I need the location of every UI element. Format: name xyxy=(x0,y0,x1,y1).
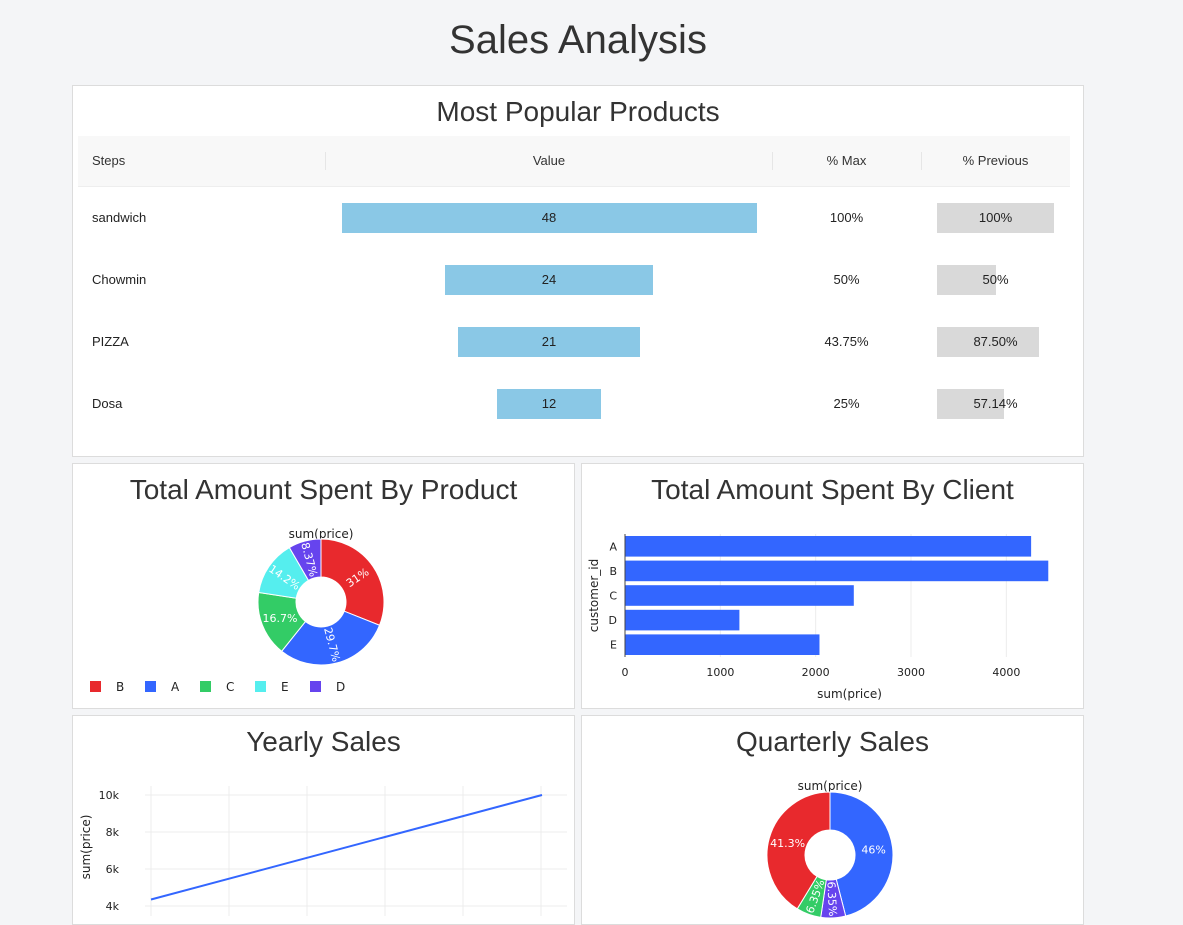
header-steps[interactable]: Steps xyxy=(92,136,125,186)
x-tick-label: 1000 xyxy=(706,666,734,679)
bar[interactable] xyxy=(625,609,740,631)
funnel-value: 48 xyxy=(541,210,557,225)
funnel-value: 12 xyxy=(541,396,557,411)
funnel-pct-previous: 87.50% xyxy=(973,334,1018,349)
funnel-pct-max: 50% xyxy=(833,272,860,287)
pie-slice-label: 16.7% xyxy=(263,612,298,625)
yearly-card: Yearly Sales 4k 6k 8k 10k sum(price) xyxy=(72,715,575,925)
page-title: Sales Analysis xyxy=(449,18,707,62)
funnel-step: PIZZA xyxy=(92,334,129,349)
pie-title: sum(price) xyxy=(798,779,863,793)
funnel-card: Most Popular Products Steps Value % Max … xyxy=(72,85,1084,457)
header-pct-max[interactable]: % Max xyxy=(772,136,921,186)
pie-slice-label: 46% xyxy=(861,843,885,856)
bar[interactable] xyxy=(625,536,1032,557)
legend-swatch xyxy=(255,681,266,692)
x-tick-label: 2000 xyxy=(802,666,830,679)
funnel-row: Chowmin 24 50% 50% xyxy=(78,249,1070,311)
x-axis-label: sum(price) xyxy=(817,687,882,701)
x-tick-label: 3000 xyxy=(897,666,925,679)
legend-item[interactable]: E xyxy=(255,680,305,694)
funnel-step: sandwich xyxy=(92,210,147,225)
y-tick-label: 10k xyxy=(99,789,120,802)
legend-label: B xyxy=(116,680,125,694)
funnel-step: Dosa xyxy=(92,396,123,411)
funnel-value: 24 xyxy=(541,272,557,287)
header-pct-previous[interactable]: % Previous xyxy=(921,136,1070,186)
funnel-pct-max: 100% xyxy=(829,210,864,225)
y-axis-label: sum(price) xyxy=(79,815,93,880)
pie-slice-label: 6.35% xyxy=(824,881,839,917)
y-tick-label: A xyxy=(609,540,617,553)
legend-swatch xyxy=(310,681,321,692)
legend-label: E xyxy=(281,680,289,694)
legend-label: A xyxy=(171,680,180,694)
legend-swatch xyxy=(145,681,156,692)
header-value[interactable]: Value xyxy=(326,136,772,186)
legend-label: C xyxy=(226,680,235,694)
funnel-pct-max: 25% xyxy=(833,396,860,411)
product-card: Total Amount Spent By Product sum(price)… xyxy=(72,463,575,709)
x-tick-label: 0 xyxy=(622,666,629,679)
legend-item[interactable]: B xyxy=(90,680,140,694)
pie-slice-label: 41.3% xyxy=(770,837,805,850)
client-bar-chart: 0 1000 2000 3000 4000 ABCDEsum(price) customer… xyxy=(587,534,1049,701)
funnel-title: Most Popular Products xyxy=(436,96,720,127)
y-tick-label: 8k xyxy=(106,826,120,839)
funnel-pct-previous: 57.14% xyxy=(973,396,1018,411)
funnel-row: Dosa 12 25% 57.14% xyxy=(78,373,1070,435)
legend-item[interactable]: D xyxy=(310,680,360,694)
legend-swatch xyxy=(90,681,101,692)
y-tick-label: E xyxy=(610,639,617,652)
yearly-line-chart: 4k 6k 8k 10k sum(price) xyxy=(79,786,567,916)
legend-swatch xyxy=(200,681,211,692)
client-card: Total Amount Spent By Client 0 1000 2000 30… xyxy=(581,463,1084,709)
series-line[interactable] xyxy=(150,794,543,901)
legend-item[interactable]: A xyxy=(145,680,195,694)
y-tick-label: 4k xyxy=(106,900,120,913)
y-tick-label: 6k xyxy=(106,863,120,876)
funnel-pct-previous: 100% xyxy=(978,210,1013,225)
product-pie-chart: sum(price)31%29.7%16.7%14.2%8.37% xyxy=(257,527,385,666)
y-tick-label: D xyxy=(609,614,617,627)
funnel-table-header: Steps Value % Max % Previous xyxy=(78,136,1070,187)
funnel-value: 21 xyxy=(541,334,557,349)
funnel-pct-previous: 50% xyxy=(982,272,1009,287)
funnel-pct-max: 43.75% xyxy=(824,334,869,349)
bar[interactable] xyxy=(625,585,854,606)
funnel-row: PIZZA 21 43.75% 87.50% xyxy=(78,311,1070,373)
funnel-step: Chowmin xyxy=(92,272,147,287)
y-tick-label: C xyxy=(609,590,617,603)
legend-item[interactable]: C xyxy=(200,680,250,694)
x-tick-label: 4000 xyxy=(992,666,1020,679)
quarterly-card: Quarterly Sales sum(price) 46% 6.35% 6.35% 4… xyxy=(581,715,1084,925)
bar[interactable] xyxy=(625,560,1049,582)
bar[interactable] xyxy=(625,634,820,655)
funnel-row: sandwich 48 100% 100% xyxy=(78,187,1070,249)
quarterly-pie-chart: sum(price)46%6.35%6.35%41.3% xyxy=(766,779,894,919)
legend-label: D xyxy=(336,680,346,694)
y-tick-label: B xyxy=(609,565,617,578)
y-axis-label: customer_id xyxy=(587,559,601,632)
